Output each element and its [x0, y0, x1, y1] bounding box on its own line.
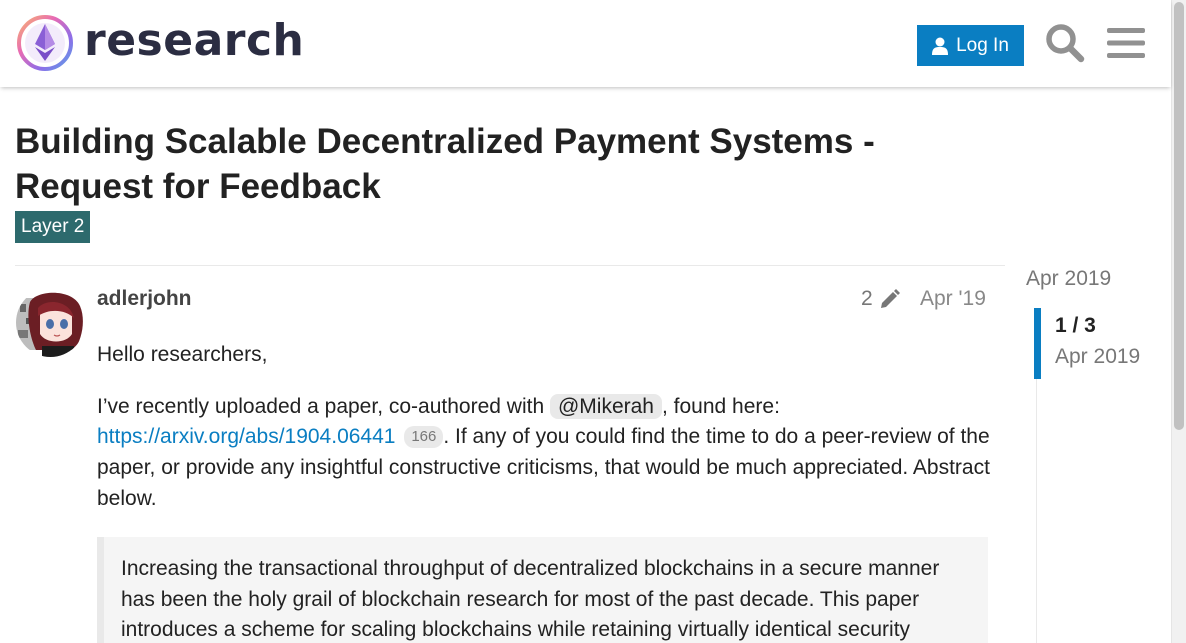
post-date[interactable]: Apr '19	[920, 287, 986, 311]
title-divider	[15, 265, 1005, 266]
link-click-count: 166	[404, 426, 444, 449]
site-logo[interactable]: research	[16, 14, 304, 72]
avatar-image	[16, 288, 85, 357]
timeline-position: 1 / 3	[1055, 314, 1096, 337]
timeline-current-date: Apr 2019	[1055, 345, 1141, 368]
post-username[interactable]: adlerjohn	[97, 287, 192, 311]
post-body: Hello researchers, I’ve recently uploade…	[97, 340, 992, 536]
paragraph-text: I’ve recently uploaded a paper, co-autho…	[97, 394, 550, 418]
search-icon	[1046, 24, 1085, 63]
pencil-icon	[880, 289, 900, 308]
user-mention[interactable]: @Mikerah	[549, 393, 662, 419]
avatar[interactable]	[16, 288, 85, 357]
paragraph-text: , found here:	[661, 394, 780, 418]
timeline-start-date[interactable]: Apr 2019	[1026, 267, 1111, 291]
site-name: research	[84, 15, 305, 66]
menu-button[interactable]	[1105, 22, 1147, 64]
menu-icon	[1107, 28, 1145, 58]
page-scrollbar[interactable]	[1171, 0, 1186, 643]
category-badge[interactable]: Layer 2	[15, 211, 91, 243]
logo-icon	[17, 15, 73, 71]
user-icon	[932, 37, 949, 55]
edit-history-button[interactable]: 2	[861, 287, 901, 311]
search-button[interactable]	[1044, 22, 1086, 64]
login-button[interactable]: Log In	[917, 25, 1024, 66]
paper-link[interactable]: https://arxiv.org/abs/1904.06441	[97, 425, 395, 448]
timeline-handle[interactable]	[1034, 308, 1041, 379]
topic-title[interactable]: Building Scalable Decentralized Payment …	[15, 119, 1005, 209]
post-paragraph: I’ve recently uploaded a paper, co-autho…	[97, 392, 992, 515]
abstract-quote: Increasing the transactional throughput …	[97, 537, 988, 643]
scrollbar-thumb[interactable]	[1174, 2, 1184, 430]
site-header: research Log In	[0, 0, 1171, 87]
login-label: Log In	[956, 34, 1009, 56]
post-greeting: Hello researchers,	[97, 343, 268, 366]
edit-count: 2	[861, 287, 873, 310]
